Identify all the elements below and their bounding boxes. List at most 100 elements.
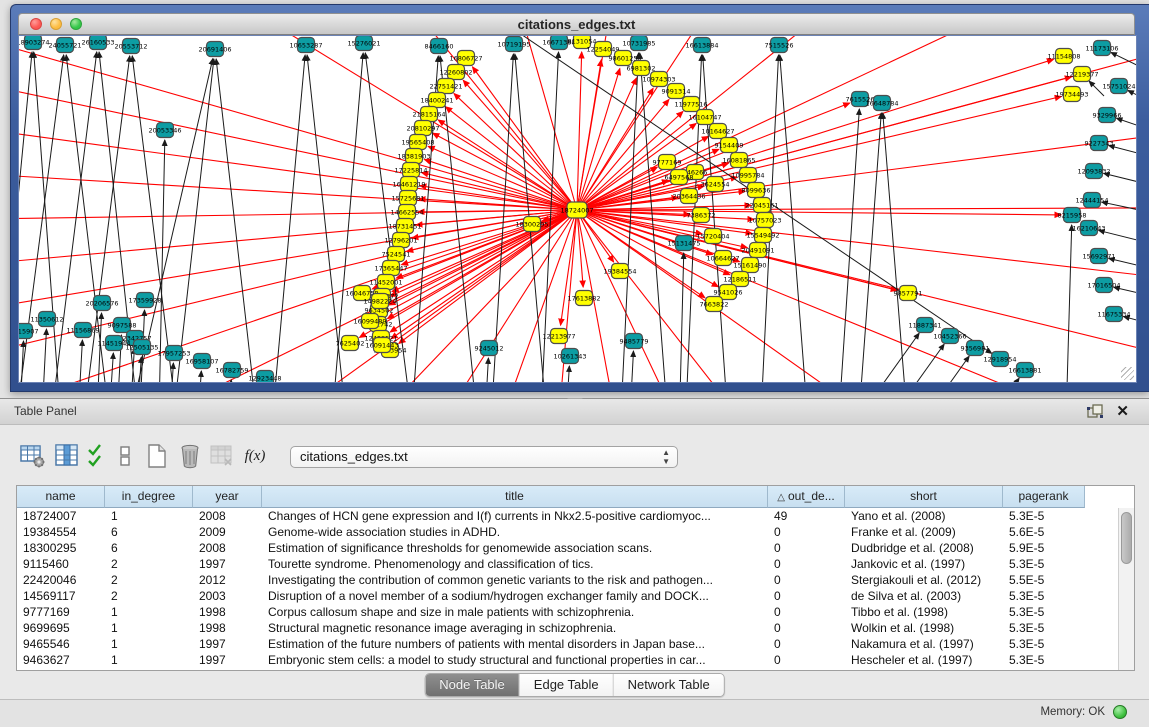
table-cell[interactable]: 9115460 bbox=[17, 556, 105, 572]
new-document-icon[interactable] bbox=[144, 443, 170, 469]
column-header-pagerank[interactable]: pagerank bbox=[1003, 486, 1085, 508]
table-cell[interactable]: Estimation of the future numbers of pati… bbox=[262, 636, 768, 652]
table-cell[interactable]: 5.3E-5 bbox=[1003, 636, 1085, 652]
table-cell[interactable]: Franke et al. (2009) bbox=[845, 524, 1003, 540]
table-cell[interactable]: 2008 bbox=[193, 540, 262, 556]
table-cell[interactable]: Estimation of significance thresholds fo… bbox=[262, 540, 768, 556]
select-all-icon[interactable] bbox=[86, 443, 112, 469]
show-column-icon[interactable] bbox=[54, 443, 80, 469]
table-cell[interactable]: 1 bbox=[105, 652, 193, 668]
close-panel-icon[interactable]: ✕ bbox=[1116, 400, 1129, 424]
table-cell[interactable]: 5.3E-5 bbox=[1003, 620, 1085, 636]
column-header-title[interactable]: title bbox=[262, 486, 768, 508]
table-cell[interactable]: 1 bbox=[105, 508, 193, 524]
table-cell[interactable]: 2 bbox=[105, 556, 193, 572]
network-select-dropdown[interactable]: citations_edges.txt ▲▼ bbox=[290, 446, 678, 468]
table-cell[interactable]: 2012 bbox=[193, 572, 262, 588]
table-cell[interactable]: Tourette syndrome. Phenomenology and cla… bbox=[262, 556, 768, 572]
table-cell[interactable]: 5.3E-5 bbox=[1003, 652, 1085, 668]
table-cell[interactable]: 1998 bbox=[193, 620, 262, 636]
table-cell[interactable]: 0 bbox=[768, 604, 845, 620]
table-cell[interactable]: 18300295 bbox=[17, 540, 105, 556]
citation-edge-red bbox=[577, 99, 669, 210]
table-cell[interactable]: 0 bbox=[768, 524, 845, 540]
table-cell[interactable]: Tibbo et al. (1998) bbox=[845, 604, 1003, 620]
table-cell[interactable]: 0 bbox=[768, 572, 845, 588]
table-cell[interactable]: 1997 bbox=[193, 556, 262, 572]
table-cell[interactable]: 18724007 bbox=[17, 508, 105, 524]
table-cell[interactable]: 6 bbox=[105, 540, 193, 556]
column-header-year[interactable]: year bbox=[193, 486, 262, 508]
table-cell[interactable]: 2008 bbox=[193, 508, 262, 524]
window-titlebar[interactable]: citations_edges.txt bbox=[18, 13, 1135, 35]
column-header-name[interactable]: name bbox=[17, 486, 105, 508]
table-cell[interactable]: 0 bbox=[768, 556, 845, 572]
table-cell[interactable]: 49 bbox=[768, 508, 845, 524]
table-cell[interactable]: 1997 bbox=[193, 652, 262, 668]
table-cell[interactable]: 2 bbox=[105, 572, 193, 588]
table-cell[interactable]: 2003 bbox=[193, 588, 262, 604]
table-cell[interactable]: Structural magnetic resonance image aver… bbox=[262, 620, 768, 636]
float-panel-icon[interactable] bbox=[1087, 404, 1103, 419]
table-cell[interactable]: 9777169 bbox=[17, 604, 105, 620]
function-builder-icon[interactable]: f(x) bbox=[242, 443, 268, 469]
table-cell[interactable]: Disruption of a novel member of a sodium… bbox=[262, 588, 768, 604]
table-cell[interactable]: Corpus callosum shape and size in male p… bbox=[262, 604, 768, 620]
delete-table-icon[interactable] bbox=[177, 443, 203, 469]
table-cell[interactable]: 19384554 bbox=[17, 524, 105, 540]
clear-selection-icon[interactable] bbox=[113, 443, 139, 469]
table-cell[interactable]: 0 bbox=[768, 652, 845, 668]
graph-node-label: 18300295 bbox=[515, 221, 548, 229]
column-header-short[interactable]: short bbox=[845, 486, 1003, 508]
network-canvas[interactable]: 1890327424055721261605332055371220691406… bbox=[18, 35, 1137, 383]
table-cell[interactable]: Genome-wide association studies in ADHD. bbox=[262, 524, 768, 540]
citation-edge-black bbox=[216, 59, 259, 382]
table-cell[interactable]: 5.6E-5 bbox=[1003, 524, 1085, 540]
tab-edge-table[interactable]: Edge Table bbox=[520, 674, 614, 696]
table-cell[interactable]: 1 bbox=[105, 620, 193, 636]
table-cell[interactable]: Stergiakouli et al. (2012) bbox=[845, 572, 1003, 588]
modify-table-icon[interactable] bbox=[20, 443, 46, 469]
table-cell[interactable]: Jankovic et al. (1997) bbox=[845, 556, 1003, 572]
table-cell[interactable]: 1997 bbox=[193, 636, 262, 652]
table-cell[interactable]: 1 bbox=[105, 604, 193, 620]
table-cell[interactable]: 1 bbox=[105, 636, 193, 652]
table-cell[interactable]: 9699695 bbox=[17, 620, 105, 636]
tab-network-table[interactable]: Network Table bbox=[614, 674, 724, 696]
column-header-in_degree[interactable]: in_degree bbox=[105, 486, 193, 508]
table-cell[interactable]: Changes of HCN gene expression and I(f) … bbox=[262, 508, 768, 524]
table-cell[interactable]: 5.5E-5 bbox=[1003, 572, 1085, 588]
table-cell[interactable]: Dudbridge et al. (2008) bbox=[845, 540, 1003, 556]
table-cell[interactable]: Nakamura et al. (1997) bbox=[845, 636, 1003, 652]
table-cell[interactable]: 2009 bbox=[193, 524, 262, 540]
tab-node-table[interactable]: Node Table bbox=[425, 674, 520, 696]
table-cell[interactable]: de Silva et al. (2003) bbox=[845, 588, 1003, 604]
table-cell[interactable]: Wolkin et al. (1998) bbox=[845, 620, 1003, 636]
table-cell[interactable]: 14569117 bbox=[17, 588, 105, 604]
table-cell[interactable]: Embryonic stem cells: a model to study s… bbox=[262, 652, 768, 668]
table-scrollbar-thumb[interactable] bbox=[1121, 512, 1132, 564]
table-cell[interactable]: 5.3E-5 bbox=[1003, 556, 1085, 572]
table-cell[interactable]: 9465546 bbox=[17, 636, 105, 652]
table-cell[interactable]: 5.3E-5 bbox=[1003, 588, 1085, 604]
table-cell[interactable]: 5.3E-5 bbox=[1003, 508, 1085, 524]
column-header-out_de[interactable]: △out_de... bbox=[768, 486, 845, 508]
table-cell[interactable]: 0 bbox=[768, 636, 845, 652]
table-cell[interactable]: 5.3E-5 bbox=[1003, 604, 1085, 620]
table-cell[interactable]: 1998 bbox=[193, 604, 262, 620]
table-cell[interactable]: Yano et al. (2008) bbox=[845, 508, 1003, 524]
table-cell[interactable]: 2 bbox=[105, 588, 193, 604]
table-cell[interactable]: 0 bbox=[768, 540, 845, 556]
table-cell[interactable]: 22420046 bbox=[17, 572, 105, 588]
table-cell[interactable]: 5.9E-5 bbox=[1003, 540, 1085, 556]
memory-status-icon[interactable] bbox=[1113, 705, 1127, 719]
resize-grip-icon[interactable] bbox=[1121, 367, 1134, 380]
table-scrollbar[interactable] bbox=[1118, 508, 1134, 670]
table-cell[interactable]: 9463627 bbox=[17, 652, 105, 668]
table-cell[interactable]: 0 bbox=[768, 588, 845, 604]
table-cell[interactable]: 0 bbox=[768, 620, 845, 636]
citation-network-graph[interactable]: 1890327424055721261605332055371220691406… bbox=[19, 36, 1136, 382]
table-cell[interactable]: Hescheler et al. (1997) bbox=[845, 652, 1003, 668]
table-cell[interactable]: Investigating the contribution of common… bbox=[262, 572, 768, 588]
table-cell[interactable]: 6 bbox=[105, 524, 193, 540]
